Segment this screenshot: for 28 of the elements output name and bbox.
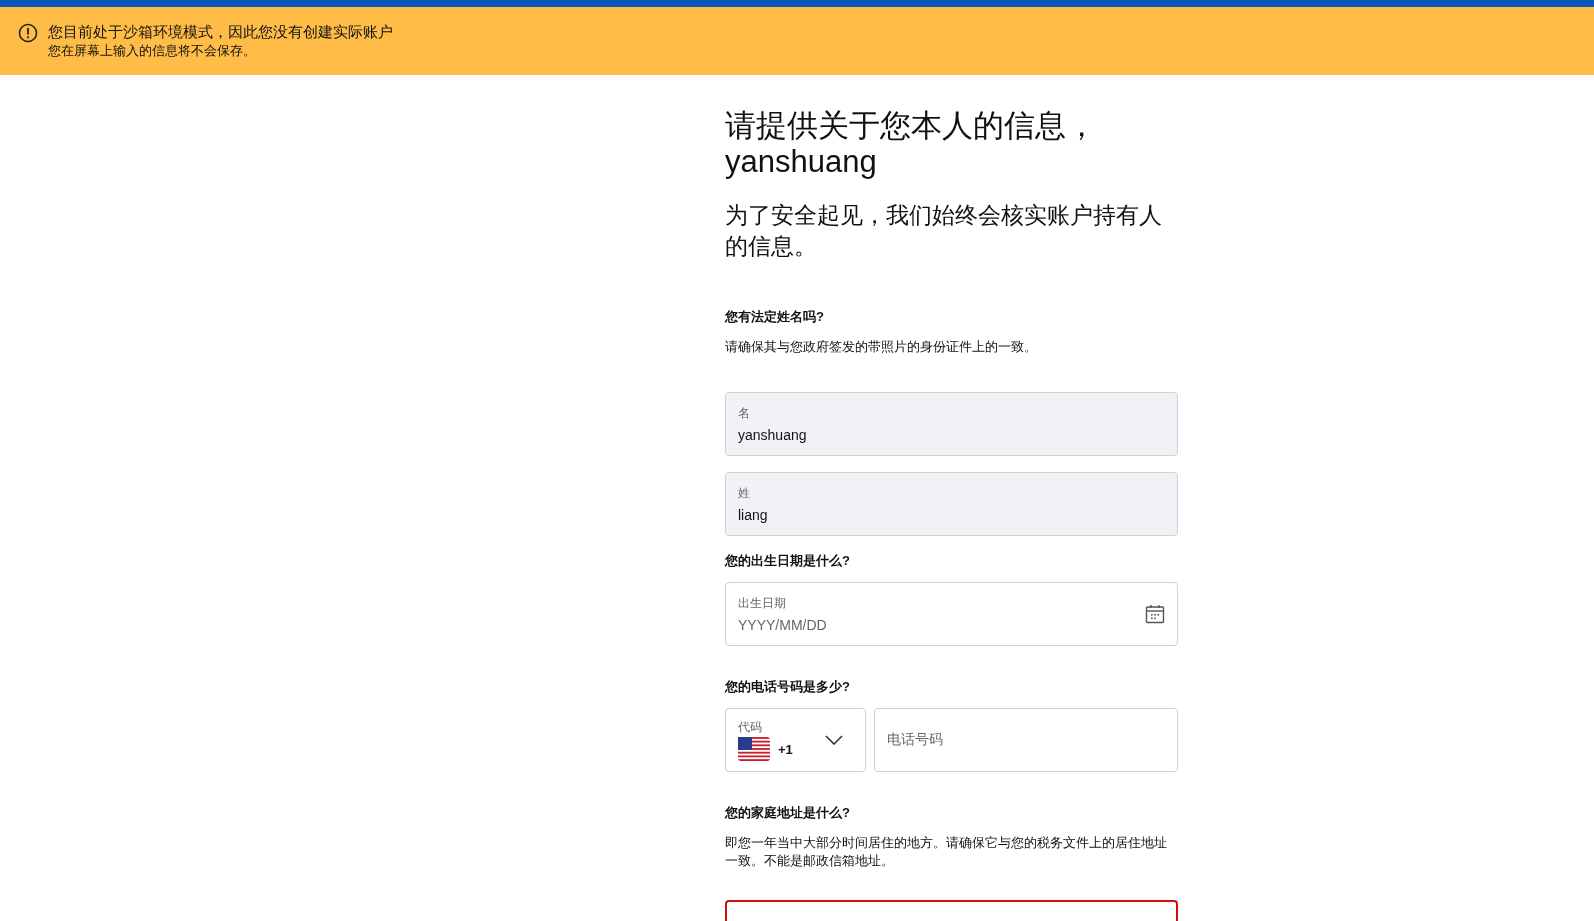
name-input-field[interactable]: 姓 liang bbox=[725, 472, 1178, 536]
banner-message: 您在屏幕上输入的信息将不会保存。 bbox=[48, 42, 257, 60]
page-subheading: 为了安全起见，我们始终会核实账户持有人的信息。 bbox=[725, 201, 1163, 261]
phone-input-field[interactable]: 电话号码 bbox=[874, 708, 1178, 772]
section-question: 您有法定姓名吗? bbox=[725, 308, 825, 326]
date-input-field[interactable]: 出生日期 YYYY/MM/DD bbox=[725, 582, 1178, 646]
calendar-icon[interactable] bbox=[1145, 604, 1165, 624]
country-code-dropdown[interactable]: 代码 +1 bbox=[725, 708, 866, 772]
flag-icon bbox=[738, 737, 770, 761]
name-input-field[interactable]: 名 yanshuang bbox=[725, 392, 1178, 456]
field-placeholder: YYYY/MM/DD bbox=[738, 617, 827, 633]
banner-title: 您目前处于沙箱环境模式，因此您没有创建实际账户 bbox=[48, 22, 393, 42]
field-label: 名 bbox=[738, 405, 751, 421]
country-code: +1 bbox=[778, 741, 793, 757]
field-value: liang bbox=[738, 507, 769, 523]
section-hint: 请确保其与您政府签发的带照片的身份证件上的一致。 bbox=[725, 338, 1038, 356]
field-label: 姓 bbox=[738, 485, 751, 501]
page-heading: 请提供关于您本人的信息，yanshuang bbox=[725, 108, 1098, 180]
section-hint: 即您一年当中大部分时间居住的地方。请确保它与您的税务文件上的居住地址一致。不能是邮政信箱地址。 bbox=[725, 834, 1168, 870]
section-question: 您的出生日期是什么? bbox=[725, 552, 851, 570]
field-label: 代码 bbox=[738, 719, 763, 735]
field-placeholder: 电话号码 bbox=[887, 731, 944, 749]
warning-icon bbox=[18, 23, 38, 43]
chevron-down-icon bbox=[825, 735, 843, 745]
section-question: 您的电话号码是多少? bbox=[725, 678, 851, 696]
section-question: 您的家庭地址是什么? bbox=[725, 804, 851, 822]
field-label: 出生日期 bbox=[738, 595, 787, 611]
field-value: yanshuang bbox=[738, 427, 808, 443]
